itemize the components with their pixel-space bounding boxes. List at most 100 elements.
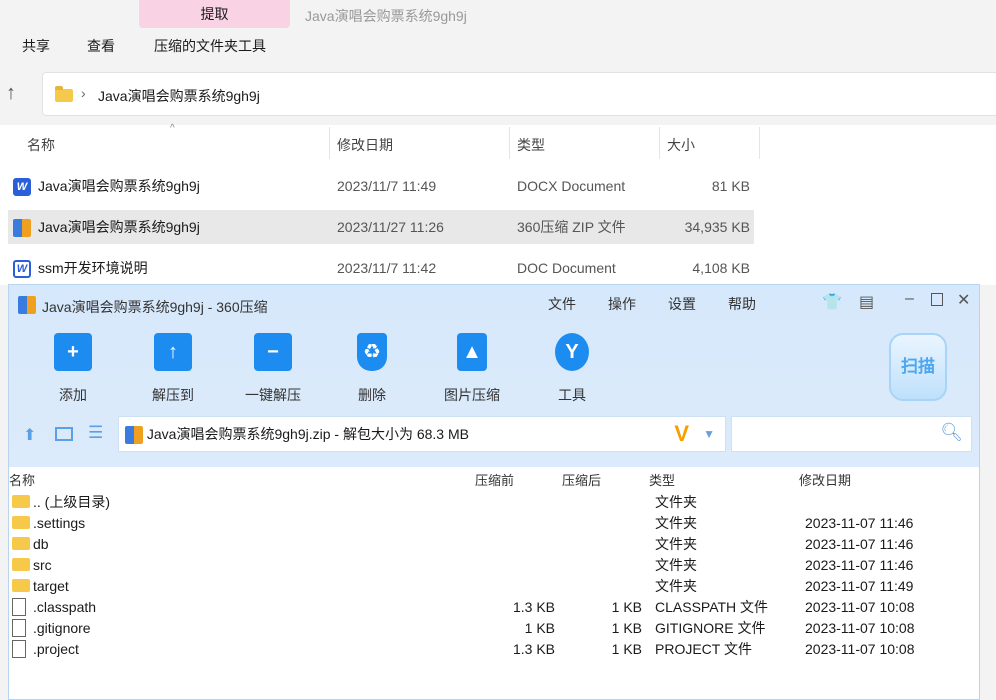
folder-icon — [12, 495, 30, 509]
file-date: 2023/11/27 11:26 — [337, 219, 444, 235]
row-after: 1 KB — [611, 620, 642, 636]
row-type: 文件夹 — [655, 536, 697, 552]
col-name[interactable]: 名称 — [9, 470, 35, 489]
tools-icon: Y — [555, 333, 589, 371]
row-type: CLASSPATH 文件 — [655, 599, 769, 615]
add-label: 添加 — [59, 387, 87, 403]
file-size: 4,108 KB — [692, 260, 750, 276]
scan-button[interactable]: 扫描 — [889, 333, 947, 401]
delete-label: 删除 — [358, 387, 386, 403]
col-type[interactable]: 类型 — [649, 470, 675, 489]
table-row[interactable]: target 文件夹 2023-11-07 11:49 — [9, 576, 979, 597]
row-type: GITIGNORE 文件 — [655, 620, 766, 636]
thumbnail-view-icon[interactable] — [55, 427, 73, 441]
row-date: 2023-11-07 10:08 — [805, 599, 915, 615]
table-row[interactable]: .project 1.3 KB 1 KB PROJECT 文件 2023-11-… — [9, 639, 979, 660]
path-field[interactable]: Java演唱会购票系统9gh9j.zip - 解包大小为 68.3 MB V ▼ — [118, 416, 726, 452]
col-name[interactable]: 名称 — [27, 135, 55, 155]
row-name: .project — [33, 641, 79, 657]
tools-button[interactable]: Y 工具 — [532, 333, 612, 405]
v-icon[interactable]: V — [674, 417, 689, 451]
recycle-bin-icon: ♻ — [357, 333, 387, 371]
row-date: 2023-11-07 10:08 — [805, 641, 915, 657]
col-after[interactable]: 压缩后 — [562, 470, 601, 489]
col-size[interactable]: 大小 — [667, 135, 695, 155]
close-icon[interactable]: ✕ — [957, 290, 970, 310]
file-name: Java演唱会购票系统9gh9j — [38, 178, 200, 194]
file-type: DOC Document — [517, 260, 616, 276]
address-path: Java演唱会购票系统9gh9j — [98, 88, 260, 104]
col-before[interactable]: 压缩前 — [475, 470, 514, 489]
row-before: 1.3 KB — [512, 599, 555, 615]
row-name: db — [33, 536, 49, 552]
list-item[interactable]: W Java演唱会购票系统9gh9j 2023/11/7 11:49 DOCX … — [8, 169, 754, 203]
table-row[interactable]: .gitignore 1 KB 1 KB GITIGNORE 文件 2023-1… — [9, 618, 979, 639]
menu-file[interactable]: 文件 — [548, 294, 576, 314]
minimize-icon[interactable]: – — [905, 290, 914, 308]
file-name: Java演唱会购票系统9gh9j — [38, 219, 200, 235]
row-type: 文件夹 — [655, 557, 697, 573]
col-type[interactable]: 类型 — [517, 135, 545, 155]
row-type: 文件夹 — [655, 494, 697, 510]
col-date[interactable]: 修改日期 — [799, 470, 851, 489]
menu-help[interactable]: 帮助 — [728, 294, 756, 314]
row-name: .gitignore — [33, 620, 91, 636]
list-item-selected[interactable]: Java演唱会购票系统9gh9j 2023/11/27 11:26 360压缩 … — [8, 210, 754, 244]
tab-extract[interactable]: 提取 — [139, 0, 290, 28]
dropdown-icon[interactable]: ▼ — [703, 417, 715, 451]
address-bar[interactable]: › Java演唱会购票系统9gh9j — [42, 72, 996, 116]
sort-arrow-icon: ^ — [170, 123, 175, 134]
ribbon-tab-share[interactable]: 共享 — [22, 36, 50, 56]
col-date[interactable]: 修改日期 — [337, 135, 393, 155]
table-row[interactable]: .. (上级目录) 文件夹 — [9, 492, 979, 513]
row-before: 1 KB — [524, 620, 555, 636]
file-icon — [12, 618, 26, 637]
add-button[interactable]: + 添加 — [33, 333, 113, 405]
app-icon — [18, 296, 36, 314]
add-icon: + — [54, 333, 92, 371]
row-after: 1 KB — [611, 641, 642, 657]
list-item[interactable]: W ssm开发环境说明 2023/11/7 11:42 DOC Document… — [8, 251, 754, 285]
image-compress-icon: ▲ — [457, 333, 487, 371]
maximize-icon[interactable] — [931, 293, 943, 306]
zip-icon — [125, 426, 143, 445]
window-title: Java演唱会购票系统9gh9j — [305, 8, 467, 24]
up-arrow-icon[interactable]: ↑ — [6, 82, 16, 105]
delete-button[interactable]: ♻ 删除 — [332, 333, 412, 405]
ribbon-tab-view[interactable]: 查看 — [87, 36, 115, 56]
file-size: 34,935 KB — [684, 219, 750, 235]
row-type: PROJECT 文件 — [655, 641, 752, 657]
row-type: 文件夹 — [655, 515, 697, 531]
one-click-extract-button[interactable]: − 一键解压 — [233, 333, 313, 405]
search-input[interactable]: 🔍︎ — [731, 416, 972, 452]
row-date: 2023-11-07 11:46 — [805, 515, 914, 531]
up-level-icon[interactable]: ⬆ — [23, 425, 36, 445]
zip-icon — [13, 219, 31, 238]
chevron-right-icon: › — [81, 85, 86, 101]
file-name: ssm开发环境说明 — [38, 260, 148, 276]
image-compress-button[interactable]: ▲ 图片压缩 — [432, 333, 512, 405]
table-row[interactable]: .classpath 1.3 KB 1 KB CLASSPATH 文件 2023… — [9, 597, 979, 618]
ribbon-tab-zip-tools[interactable]: 压缩的文件夹工具 — [154, 36, 266, 56]
table-row[interactable]: src 文件夹 2023-11-07 11:46 — [9, 555, 979, 576]
menu-operate[interactable]: 操作 — [608, 294, 636, 314]
row-after: 1 KB — [611, 599, 642, 615]
table-row[interactable]: .settings 文件夹 2023-11-07 11:46 — [9, 513, 979, 534]
file-size: 81 KB — [711, 178, 750, 194]
row-name: .classpath — [33, 599, 97, 615]
row-date: 2023-11-07 11:46 — [805, 536, 914, 552]
row-name: src — [33, 557, 52, 573]
feedback-icon[interactable]: ▤ — [859, 292, 874, 312]
word-icon: W — [13, 260, 31, 279]
row-name: target — [33, 578, 69, 594]
row-date: 2023-11-07 11:46 — [805, 557, 914, 573]
list-view-icon[interactable]: ☰ — [88, 423, 103, 443]
row-name: .settings — [33, 515, 86, 531]
table-row[interactable]: db 文件夹 2023-11-07 11:46 — [9, 534, 979, 555]
search-icon[interactable]: 🔍︎ — [940, 422, 963, 443]
file-type: DOCX Document — [517, 178, 626, 194]
menu-settings[interactable]: 设置 — [668, 294, 696, 314]
one-click-extract-label: 一键解压 — [245, 387, 301, 403]
extract-to-button[interactable]: ↑ 解压到 — [133, 333, 213, 405]
skin-icon[interactable]: 👕 — [822, 292, 842, 312]
